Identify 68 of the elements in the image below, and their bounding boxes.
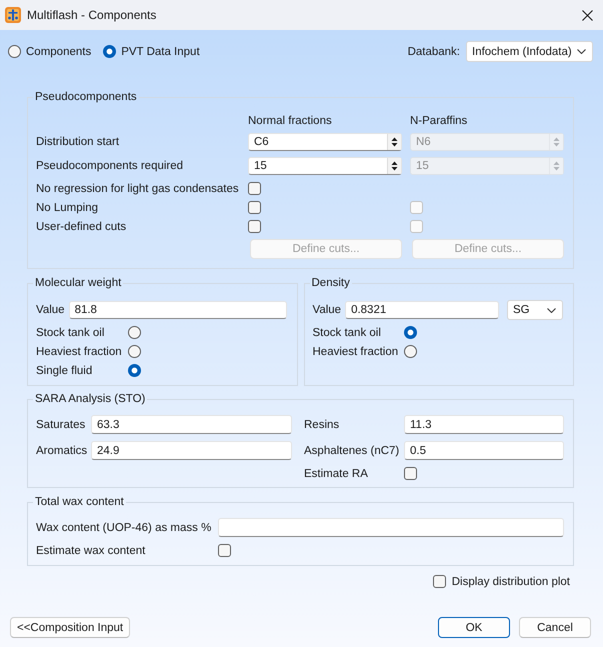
checkbox-label: Estimate RA — [303, 468, 369, 480]
radio-button[interactable] — [404, 345, 418, 358]
checkbox-label: Display distribution plot — [452, 576, 570, 588]
checkbox[interactable] — [248, 182, 261, 195]
radio-label: Single fluid — [36, 364, 94, 376]
field-label: Value — [36, 304, 65, 316]
column-header: Normal fractions — [248, 115, 333, 127]
column-header: N-Paraffins — [410, 115, 468, 127]
text-field[interactable]: 24.9 — [91, 441, 292, 460]
group-title: SARA Analysis (STO) — [34, 392, 146, 407]
field-label: Saturates — [36, 418, 86, 430]
up-down-arrows-icon — [391, 137, 398, 147]
composition-input-button[interactable]: <<Composition Input — [10, 617, 130, 638]
text-field[interactable]: 11.3 — [404, 415, 564, 434]
ok-button[interactable]: OK — [438, 617, 510, 638]
field-label: Databank: — [408, 46, 460, 58]
field-label: Asphaltenes (nC7) — [303, 444, 400, 456]
up-down-arrows-icon — [553, 137, 560, 147]
text-field[interactable]: 63.3 — [91, 415, 292, 434]
text-field[interactable]: 0.5 — [404, 441, 564, 460]
text-field[interactable]: 81.8 — [68, 301, 286, 319]
radio-label: Heaviest fraction — [312, 346, 398, 358]
radio-label: Stock tank oil — [36, 326, 106, 338]
field-label: Pseudocomponents required — [36, 160, 184, 172]
group-title: Density — [310, 276, 351, 291]
field-label: Resins — [303, 418, 340, 430]
radio-label: PVT Data Input — [121, 46, 200, 58]
radio-button[interactable] — [8, 45, 21, 58]
chevron-down-icon — [547, 308, 556, 312]
close-icon[interactable] — [582, 10, 593, 20]
text-field[interactable]: 0.8321 — [345, 301, 499, 319]
checkbox[interactable] — [404, 467, 417, 480]
window-title: Multiflash - Components — [27, 8, 158, 22]
app-icon — [5, 7, 21, 23]
checkbox-label: No Lumping — [36, 202, 100, 214]
checkbox[interactable] — [248, 201, 261, 214]
text-field[interactable] — [218, 518, 564, 537]
checkbox[interactable] — [432, 575, 446, 588]
checkbox[interactable] — [218, 544, 231, 557]
radio-label: Stock tank oil — [312, 326, 382, 338]
radio-button[interactable] — [128, 326, 141, 339]
radio-label: Components — [26, 46, 92, 58]
group-title: Pseudocomponents — [34, 90, 138, 105]
spin-field[interactable]: C6 — [248, 133, 402, 151]
checkbox[interactable] — [248, 220, 261, 233]
group-title: Total wax content — [34, 495, 125, 510]
group-title: Molecular weight — [34, 276, 122, 291]
radio-button[interactable] — [128, 345, 141, 358]
spin-button[interactable] — [387, 158, 401, 174]
cancel-button[interactable]: Cancel — [519, 617, 591, 638]
unit-dropdown[interactable]: SG — [507, 300, 563, 320]
chevron-down-icon — [577, 49, 586, 54]
field-label: Wax content (UOP-46) as mass % — [36, 522, 212, 534]
checkbox-label: User-defined cuts — [36, 220, 128, 232]
checkbox-label: No regression for light gas condensates — [36, 182, 240, 194]
radio-button[interactable] — [128, 364, 141, 377]
up-down-arrows-icon — [553, 161, 560, 171]
spin-field[interactable]: 15 — [248, 157, 402, 175]
field-label: Distribution start — [36, 136, 120, 148]
field-label: Aromatics — [36, 444, 88, 456]
checkbox-label: Estimate wax content — [36, 544, 146, 556]
spin-button[interactable] — [387, 134, 401, 150]
field-label: Value — [312, 304, 342, 316]
databank-dropdown[interactable]: Infochem (Infodata) — [466, 41, 593, 62]
radio-button[interactable] — [103, 45, 116, 58]
radio-button[interactable] — [404, 326, 418, 339]
radio-label: Heaviest fraction — [36, 346, 122, 358]
up-down-arrows-icon — [391, 161, 398, 171]
